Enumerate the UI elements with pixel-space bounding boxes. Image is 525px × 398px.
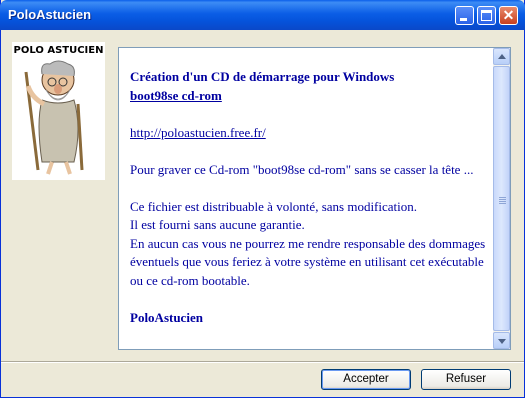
- scroll-thumb[interactable]: [493, 66, 510, 331]
- accept-button[interactable]: Accepter: [321, 369, 411, 390]
- heading-line-1: Création d'un CD de démarrage pour Windo…: [130, 69, 395, 84]
- maximize-button[interactable]: [477, 6, 496, 25]
- close-icon: ✕: [502, 7, 515, 23]
- scroll-up-button[interactable]: [493, 48, 510, 65]
- title-bar[interactable]: PoloAstucien ✕: [0, 0, 525, 30]
- intro-paragraph: Pour graver ce Cd-rom "boot98se cd-rom" …: [130, 161, 474, 177]
- refuse-button[interactable]: Refuser: [421, 369, 511, 390]
- license-line-3: En aucun cas vous ne pourrez me rendre r…: [130, 235, 486, 288]
- license-line-2: Il est fourni sans aucune garantie.: [130, 217, 305, 232]
- old-man-illustration: [24, 60, 84, 175]
- license-text-panel[interactable]: Création d'un CD de démarrage pour Windo…: [118, 47, 511, 350]
- heading: Création d'un CD de démarrage pour Windo…: [130, 68, 490, 105]
- license-line-1: Ce fichier est distribuable à volonté, s…: [130, 198, 418, 214]
- chevron-down-icon: [498, 339, 506, 344]
- grip-icon: [499, 197, 506, 198]
- divider: [1, 361, 524, 362]
- maximize-icon: [481, 10, 492, 21]
- window-title: PoloAstucien: [8, 7, 92, 22]
- logo-image: POLO ASTUCIEN: [12, 42, 105, 180]
- minimize-button[interactable]: [455, 6, 474, 25]
- close-button[interactable]: ✕: [499, 6, 518, 25]
- signature: PoloAstucien: [130, 309, 203, 325]
- dialog-window: PoloAstucien ✕ POLO ASTUCIEN Création d'…: [0, 0, 525, 398]
- heading-line-2: boot98se cd-rom: [130, 87, 222, 103]
- scroll-down-button[interactable]: [493, 332, 510, 349]
- vertical-scrollbar[interactable]: [493, 48, 510, 349]
- chevron-up-icon: [498, 54, 506, 59]
- website-link[interactable]: http://poloastucien.free.fr/: [130, 125, 266, 140]
- minimize-icon: [460, 18, 467, 21]
- license-content: Création d'un CD de démarrage pour Windo…: [130, 68, 490, 346]
